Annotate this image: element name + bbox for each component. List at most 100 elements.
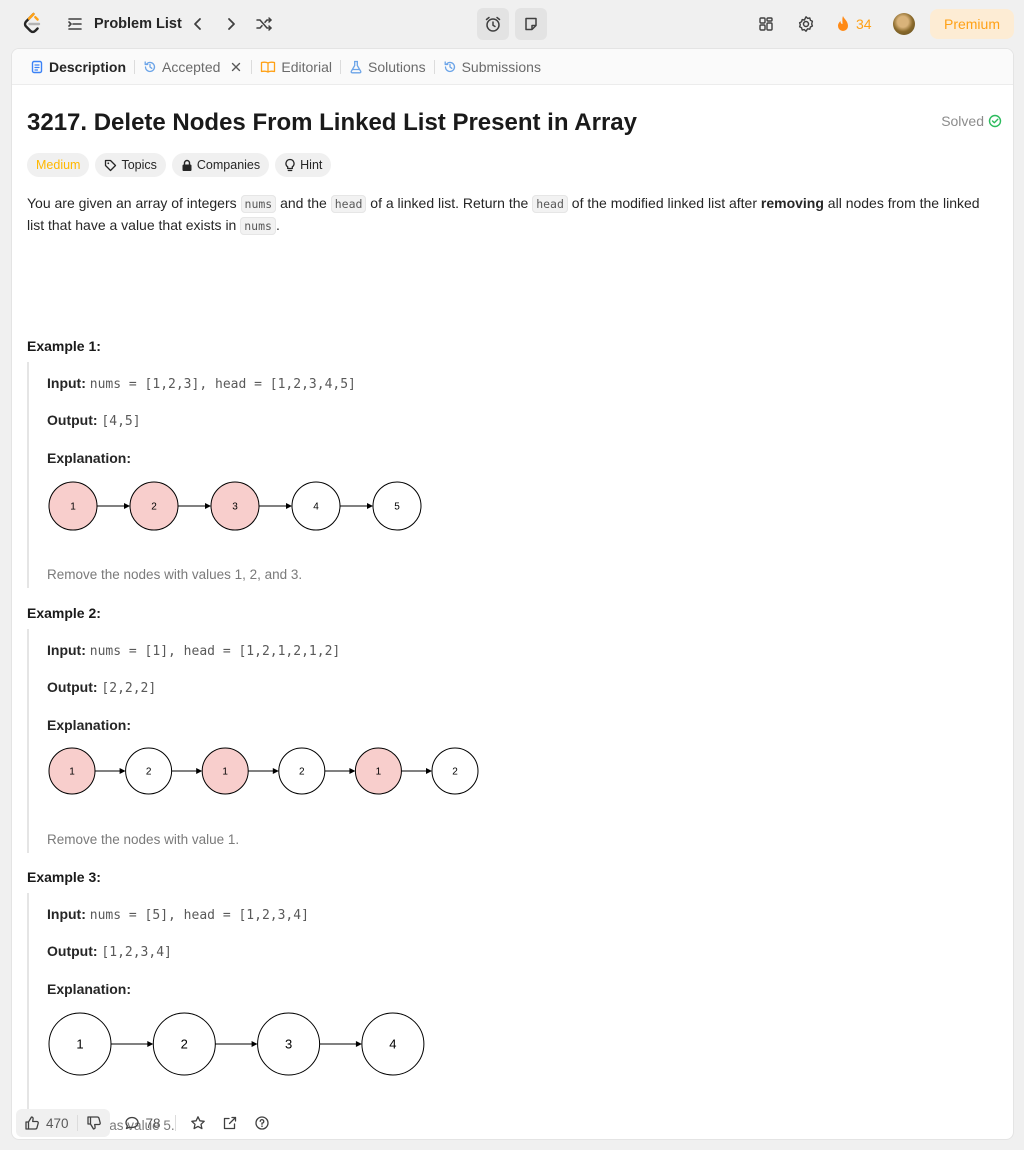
output-label: Output:: [47, 679, 98, 695]
dislike-button[interactable]: [78, 1109, 110, 1137]
node-value: 3: [285, 1037, 292, 1052]
example-2-block: Input: nums = [1], head = [1,2,1,2,1,2] …: [27, 629, 987, 853]
arrow-head: [349, 768, 356, 774]
companies-tag[interactable]: Companies: [171, 153, 270, 177]
node-value: 3: [232, 502, 238, 513]
example-3-heading: Example 3:: [27, 869, 101, 885]
check-circle-icon: [988, 114, 1002, 128]
tab-divider: [339, 59, 341, 74]
comments-button[interactable]: 78: [116, 1109, 169, 1137]
node-value: 2: [452, 767, 458, 778]
example-input: Input: nums = [1,2,3], head = [1,2,3,4,5…: [47, 375, 356, 392]
input-label: Input:: [47, 642, 86, 658]
topics-tag[interactable]: Topics: [95, 153, 166, 177]
tab-editorial-label: Editorial: [281, 58, 332, 75]
example-1-block: Input: nums = [1,2,3], head = [1,2,3,4,5…: [27, 362, 987, 588]
timer-button[interactable]: [477, 8, 509, 40]
next-problem-button[interactable]: [219, 12, 243, 36]
tab-description[interactable]: Description: [24, 49, 132, 85]
explanation-label: Explanation:: [47, 717, 132, 733]
problem-panel: Description Accepted Editorial Solutions…: [11, 48, 1014, 1140]
favorite-button[interactable]: [182, 1109, 214, 1137]
explanation-label: Explanation:: [47, 450, 132, 466]
tab-divider: [251, 59, 253, 74]
example-1-heading: Example 1:: [27, 338, 101, 354]
help-button[interactable]: [246, 1109, 278, 1137]
share-button[interactable]: [214, 1109, 246, 1137]
example-note: Remove the nodes with values 1, 2, and 3…: [47, 567, 303, 582]
prev-problem-button[interactable]: [186, 12, 210, 36]
arrow-head: [124, 503, 130, 509]
difficulty-badge: Medium: [27, 153, 90, 177]
description-text: .: [275, 217, 280, 233]
output-value: [1,2,3,4]: [101, 945, 172, 960]
top-navbar: Problem List 34 Premium: [0, 0, 1024, 48]
random-problem-button[interactable]: [252, 12, 276, 36]
alarm-clock-icon: [485, 16, 501, 32]
layout-button[interactable]: [754, 12, 778, 36]
arrow-head: [355, 1041, 362, 1047]
inline-code: head: [330, 195, 367, 213]
notes-button[interactable]: [515, 8, 547, 40]
tab-submissions[interactable]: Submissions: [437, 49, 547, 85]
tab-solutions[interactable]: Solutions: [343, 49, 432, 85]
example-input: Input: nums = [5], head = [1,2,3,4]: [47, 906, 309, 923]
output-label: Output:: [47, 412, 98, 428]
description-text: of the modified linked list after: [567, 195, 761, 211]
vote-group: 470: [16, 1109, 110, 1137]
like-count: 470: [46, 1115, 69, 1131]
explanation-label: Explanation:: [47, 981, 132, 997]
streak-count: 34: [856, 16, 872, 32]
example-explanation: Explanation:: [47, 717, 131, 733]
example-3-block: Input: nums = [5], head = [1,2,3,4] Outp…: [27, 893, 987, 1133]
linked-list-diagram: 1 2 1 2 1 2: [48, 747, 479, 795]
document-icon: [31, 60, 43, 73]
node-value: 2: [299, 767, 305, 778]
question-circle-icon: [254, 1116, 269, 1130]
premium-button[interactable]: Premium: [930, 9, 1014, 39]
settings-button[interactable]: [794, 12, 818, 36]
list-icon: [68, 18, 82, 30]
like-button[interactable]: 470: [16, 1109, 77, 1137]
arrow-head: [147, 1041, 154, 1047]
node-value: 2: [151, 502, 157, 513]
example-output: Output: [2,2,2]: [47, 679, 156, 696]
tab-solutions-label: Solutions: [367, 58, 426, 75]
tab-editorial[interactable]: Editorial: [254, 49, 338, 85]
node-value: 4: [313, 502, 319, 513]
input-value: nums = [1,2,3], head = [1,2,3,4,5]: [89, 377, 356, 392]
arrow-head: [119, 768, 126, 774]
problem-description: You are given an array of integers nums …: [27, 193, 997, 237]
tab-bar: Description Accepted Editorial Solutions…: [12, 49, 1013, 85]
node-value: 1: [376, 767, 382, 778]
arrow-head: [426, 768, 432, 774]
example-2-heading: Example 2:: [27, 605, 101, 621]
node-value: 1: [76, 1037, 83, 1052]
inline-code: nums: [240, 217, 276, 235]
problem-title[interactable]: 3217. Delete Nodes From Linked List Pres…: [27, 109, 637, 137]
example-note: Remove the nodes with value 1.: [47, 832, 240, 847]
tab-accepted[interactable]: Accepted: [137, 49, 249, 85]
output-value: [4,5]: [101, 414, 141, 429]
arrow-head: [205, 503, 211, 509]
hint-tag[interactable]: Hint: [275, 153, 332, 177]
close-icon[interactable]: [229, 60, 243, 74]
tab-divider: [134, 59, 136, 74]
external-link-icon: [223, 1116, 236, 1130]
problem-list-label: Problem List: [94, 16, 182, 32]
problem-list-button[interactable]: Problem List: [66, 12, 182, 36]
node-value: 1: [222, 767, 228, 778]
tag-icon: [105, 159, 117, 171]
arrow-head: [251, 1041, 258, 1047]
arrow-head: [196, 768, 203, 774]
node-value: 5: [394, 502, 400, 513]
node-value: 1: [70, 502, 76, 513]
leetcode-logo-icon[interactable]: [20, 12, 44, 36]
node-value: 2: [181, 1037, 188, 1052]
streak-counter[interactable]: 34: [835, 12, 872, 36]
output-value: [2,2,2]: [101, 681, 157, 696]
tab-accepted-label: Accepted: [162, 58, 221, 75]
layout-grid-icon: [759, 17, 773, 31]
arrow-head: [367, 503, 373, 509]
user-avatar[interactable]: [893, 13, 915, 35]
